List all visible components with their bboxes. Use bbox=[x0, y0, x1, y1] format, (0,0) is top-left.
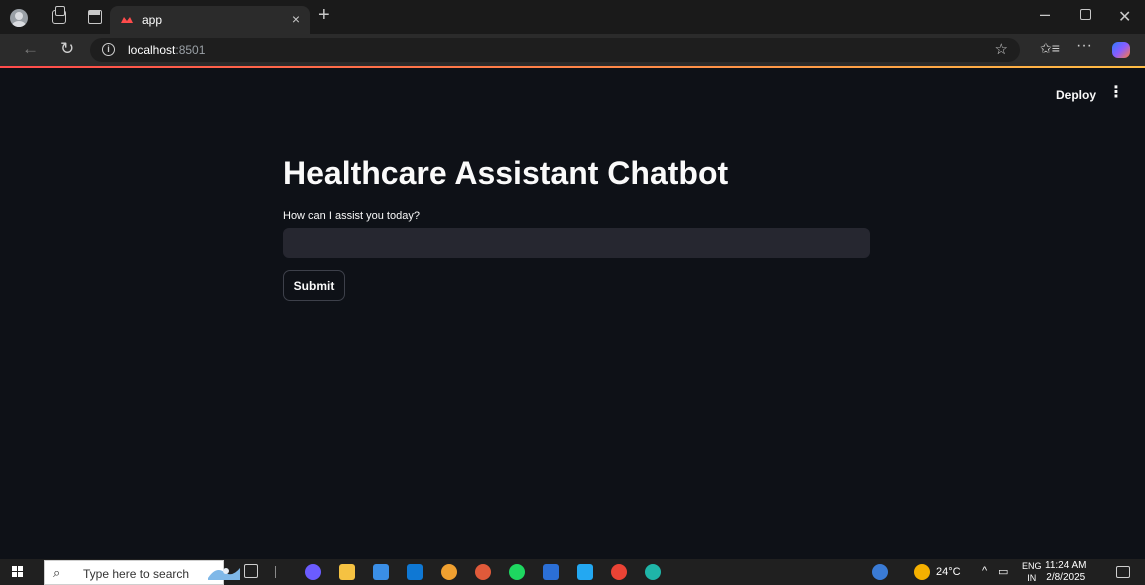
clock-date: 2/8/2025 bbox=[1046, 572, 1086, 583]
streamlit-header-decoration bbox=[0, 66, 1145, 68]
main-menu-icon[interactable]: ⋮ bbox=[1108, 85, 1124, 101]
tab-title: app bbox=[142, 13, 163, 27]
windows-start-icon[interactable] bbox=[12, 566, 24, 578]
browser-tab-strip: app × + – ✕ bbox=[0, 0, 1145, 34]
weather-temperature[interactable]: 24°C bbox=[936, 566, 961, 578]
query-input-label: How can I assist you today? bbox=[283, 210, 420, 222]
copilot-icon[interactable] bbox=[305, 564, 321, 580]
weather-icon[interactable] bbox=[914, 564, 930, 580]
search-icon: ⌕ bbox=[53, 565, 61, 580]
more-menu-icon[interactable]: ··· bbox=[1076, 37, 1092, 55]
workspaces-icon[interactable] bbox=[52, 6, 66, 24]
minimize-window-button[interactable]: – bbox=[1040, 4, 1050, 25]
close-tab-icon[interactable]: × bbox=[292, 11, 300, 27]
chrome-profile-icon[interactable] bbox=[475, 564, 491, 580]
favorite-star-icon[interactable]: ☆ bbox=[995, 40, 1008, 58]
chrome-alt-icon[interactable] bbox=[611, 564, 627, 580]
microsoft-store-icon[interactable] bbox=[373, 564, 389, 580]
taskbar-search-placeholder: Type here to search bbox=[83, 567, 190, 581]
clock-time: 11:24 AM bbox=[1045, 560, 1087, 571]
battery-icon[interactable]: ▭ bbox=[998, 565, 1008, 578]
taskbar-search-box[interactable]: ⌕ Type here to search bbox=[44, 560, 224, 585]
address-bar[interactable]: i localhost:8501 ☆ bbox=[90, 38, 1020, 62]
word-icon[interactable] bbox=[543, 564, 559, 580]
notifications-icon[interactable] bbox=[1116, 566, 1130, 578]
edge-icon[interactable] bbox=[645, 564, 661, 580]
site-info-icon[interactable]: i bbox=[102, 43, 115, 56]
new-tab-button[interactable]: + bbox=[318, 5, 330, 25]
streamlit-favicon-icon bbox=[120, 15, 134, 25]
outlook-icon[interactable] bbox=[407, 564, 423, 580]
taskbar-divider bbox=[275, 566, 276, 578]
url-text[interactable]: localhost:8501 bbox=[128, 43, 205, 57]
back-icon[interactable]: ← bbox=[22, 39, 39, 59]
language-code: ENG bbox=[1022, 561, 1042, 571]
restore-window-button[interactable] bbox=[1080, 9, 1091, 20]
tab-actions-icon[interactable] bbox=[88, 10, 102, 24]
input-language[interactable]: ENG IN bbox=[1022, 560, 1042, 584]
url-host: localhost bbox=[128, 43, 176, 57]
chrome-icon[interactable] bbox=[441, 564, 457, 580]
search-highlight-icon[interactable] bbox=[206, 562, 242, 582]
windows-taskbar: ⌕ Type here to search 24°C ^ ▭ ENG IN 11… bbox=[0, 559, 1145, 585]
vscode-icon[interactable] bbox=[577, 564, 593, 580]
query-input[interactable] bbox=[283, 228, 870, 258]
copilot-sidebar-icon[interactable] bbox=[1112, 42, 1130, 58]
region-code: IN bbox=[1027, 573, 1037, 583]
url-port: :8501 bbox=[175, 43, 206, 57]
browser-tab-app[interactable]: app × bbox=[110, 6, 310, 34]
favorites-icon[interactable]: ✩≡ bbox=[1040, 40, 1060, 57]
close-window-button[interactable]: ✕ bbox=[1118, 7, 1131, 27]
page-title: Healthcare Assistant Chatbot bbox=[283, 155, 729, 191]
task-view-icon[interactable] bbox=[244, 564, 258, 578]
reload-icon[interactable]: ↻ bbox=[60, 39, 74, 59]
file-explorer-icon[interactable] bbox=[339, 564, 355, 580]
profile-avatar-icon[interactable] bbox=[10, 9, 28, 27]
deploy-button[interactable]: Deploy bbox=[1056, 88, 1096, 102]
system-clock[interactable]: 11:24 AM 2/8/2025 bbox=[1045, 560, 1087, 584]
tray-chevron-icon[interactable]: ^ bbox=[982, 565, 987, 577]
help-icon[interactable] bbox=[872, 564, 888, 580]
spotify-icon[interactable] bbox=[509, 564, 525, 580]
submit-button[interactable]: Submit bbox=[283, 270, 345, 301]
browser-toolbar: ← ↻ i localhost:8501 ☆ ✩≡ ··· bbox=[0, 34, 1145, 66]
